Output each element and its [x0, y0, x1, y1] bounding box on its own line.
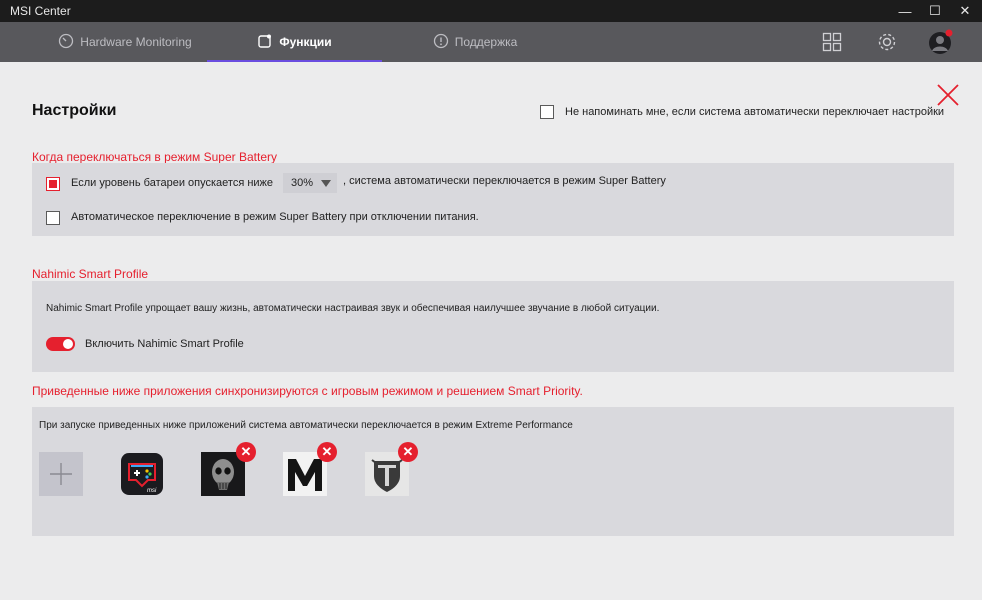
battery-level-label: Если уровень батареи опускается ниже [71, 177, 274, 189]
tab-label: Hardware Monitoring [80, 35, 192, 49]
main-nav: Hardware Monitoring Функции Поддержка [0, 22, 982, 62]
apps-description: При запуске приведенных ниже приложений … [39, 420, 573, 431]
chevron-down-icon [321, 180, 331, 187]
nahimic-description: Nahimic Smart Profile упрощает вашу жизн… [46, 303, 660, 314]
gear-icon[interactable] [873, 22, 901, 62]
battery-level-suffix: , система автоматически переключается в … [343, 175, 666, 187]
battery-level-checkbox[interactable] [46, 177, 60, 191]
add-app-button[interactable] [39, 452, 83, 496]
grid-icon[interactable] [818, 22, 846, 62]
maximize-button[interactable]: ☐ [920, 0, 950, 22]
gauge-icon [58, 33, 74, 52]
nahimic-toggle-label: Включить Nahimic Smart Profile [85, 338, 244, 350]
super-battery-section-title: Когда переключаться в режим Super Batter… [32, 150, 278, 164]
unplug-checkbox[interactable] [46, 211, 60, 225]
minimize-button[interactable]: — [890, 0, 920, 22]
msi-gamepad-app-icon[interactable]: msi [120, 452, 164, 496]
tab-label: Поддержка [454, 35, 518, 49]
app-title: MSI Center [10, 4, 71, 18]
battery-level-value: 30% [291, 177, 314, 189]
nahimic-section-title: Nahimic Smart Profile [32, 267, 149, 281]
tab-hardware-monitoring[interactable]: Hardware Monitoring [40, 22, 210, 62]
super-battery-panel [32, 163, 954, 236]
close-settings-icon[interactable] [936, 83, 960, 107]
close-window-button[interactable]: ✕ [950, 0, 980, 22]
remove-world-of-tanks-button[interactable]: ✕ [398, 442, 418, 462]
nahimic-panel [32, 281, 954, 372]
page-title: Настройки [32, 102, 117, 119]
unplug-label: Автоматическое переключение в режим Supe… [71, 211, 479, 223]
remove-metro-button[interactable]: ✕ [317, 442, 337, 462]
remove-skull-game-button[interactable]: ✕ [236, 442, 256, 462]
reminder-checkbox[interactable] [540, 105, 554, 119]
tab-support[interactable]: Поддержка [415, 22, 535, 62]
svg-text:msi: msi [147, 488, 157, 494]
avatar[interactable] [926, 22, 956, 62]
nahimic-toggle[interactable] [46, 337, 75, 351]
title-bar: MSI Center — ☐ ✕ [0, 0, 982, 22]
tab-label: Функции [279, 35, 332, 49]
apps-section-title: Приведенные ниже приложения синхронизиру… [32, 384, 583, 398]
features-icon [257, 33, 273, 52]
battery-level-dropdown[interactable]: 30% [283, 173, 337, 193]
support-icon [433, 33, 449, 52]
reminder-label: Не напоминать мне, если система автомати… [565, 106, 945, 118]
tab-functions[interactable]: Функции [207, 22, 382, 62]
